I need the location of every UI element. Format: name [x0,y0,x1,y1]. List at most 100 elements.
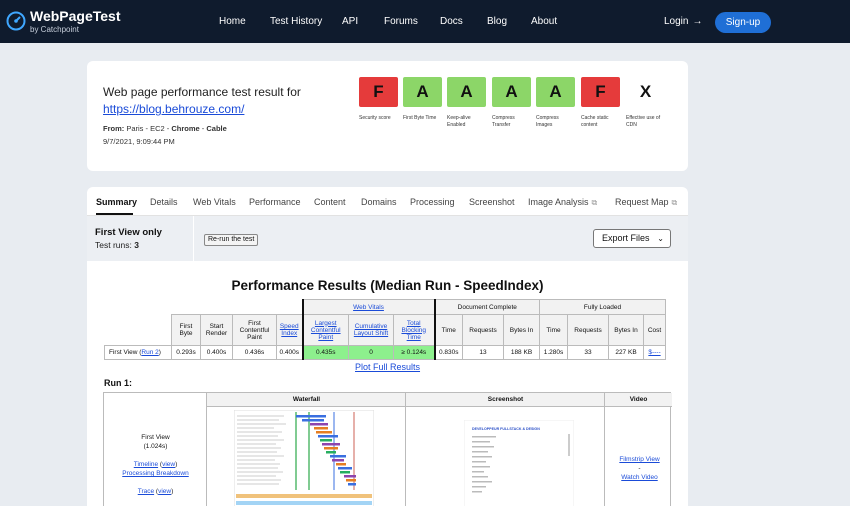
timeline-link[interactable]: Timeline [134,461,158,468]
cell-speed-index: 0.400s [276,345,303,360]
waterfall-thumbnail[interactable] [234,410,374,506]
run-link[interactable]: Run 2 [141,349,158,356]
cls-link[interactable]: Cumulative Layout Shift [354,323,388,337]
tab-processing[interactable]: Processing [410,197,455,207]
row-label-text: First View ( [109,349,142,356]
cell-doc-time: 0.830s [434,345,463,360]
external-link-icon: ⧉ [591,198,598,207]
test-runs-count: 3 [134,240,139,250]
trace-row: Trace (view) [137,488,174,495]
nav-api[interactable]: API [342,16,358,27]
brand-name[interactable]: WebPageTest [30,8,121,24]
tab-web-vitals[interactable]: Web Vitals [193,197,236,207]
plot-full-results-link[interactable]: Plot Full Results [355,362,420,372]
table-row: First View (Run 2) 0.293s 0.400s 0.436s … [104,345,666,360]
col-start-render: Start Render [200,314,233,346]
grade-compress-transfer-label: Compress Transfer [492,115,515,128]
nav-docs[interactable]: Docs [440,16,463,27]
timeline-row: Timeline (view) [133,461,178,468]
tab-domains[interactable]: Domains [361,197,397,207]
grade-security[interactable]: F [359,77,398,107]
web-vitals-link[interactable]: Web Vitals [353,304,384,311]
grade-keep-alive-label: Keep-alive Enabled [447,115,471,128]
login-link[interactable]: Login → [664,16,702,27]
web-vitals-header: Web Vitals [301,299,436,315]
run-view-title: First View [141,434,170,441]
screenshot-thumbnail[interactable]: DEVELOPPEUR FULLSTACK & DESIGN [464,420,574,506]
cell-tbt: ≥ 0.124s [393,345,436,360]
video-header: Video [605,393,672,407]
col-doc-requests: Requests [462,314,504,346]
external-link-icon: ⧉ [671,198,678,207]
filmstrip-view-link[interactable]: Filmstrip View [619,456,659,463]
grade-compress-transfer[interactable]: A [492,77,531,107]
fully-loaded-header: Fully Loaded [539,299,666,315]
grade-cdn-label: Effective use of CDN [626,115,661,128]
cost-link[interactable]: $---- [648,349,660,356]
col-cls: Cumulative Layout Shift [348,314,394,346]
top-nav: WebPageTest by Catchpoint Home Test Hist… [0,0,850,43]
grade-compress-images-label: Compress Images [536,115,559,128]
row-label: First View (Run 2) [104,345,172,360]
watch-video-link[interactable]: Watch Video [621,474,658,481]
arrow-right-icon: → [692,16,703,27]
brand-subtitle: by Catchpoint [30,25,79,34]
timeline-view-link[interactable]: view [162,461,175,468]
screenshot-header: Screenshot [406,393,605,407]
tab-details[interactable]: Details [150,197,178,207]
grid-divider [405,393,406,506]
tbt-link[interactable]: Total Blocking Time [401,320,426,341]
tab-screenshot[interactable]: Screenshot [469,197,515,207]
nav-test-history[interactable]: Test History [270,16,322,27]
trace-view-link[interactable]: view [158,488,171,495]
tab-content[interactable]: Content [314,197,346,207]
grade-keep-alive[interactable]: A [447,77,486,107]
speed-index-link[interactable]: Speed Index [280,323,299,337]
signup-button[interactable]: Sign-up [715,12,771,33]
tab-image-analysis[interactable]: Image Analysis ⧉ [528,197,597,208]
wpt-logo-icon[interactable] [6,11,26,31]
from-location: Paris - EC2 - [126,124,172,133]
cell-doc-bytes: 188 KB [503,345,540,360]
video-links: Filmstrip View - Watch Video [619,456,660,481]
cell-cls: 0 [348,345,394,360]
tab-request-map[interactable]: Request Map ⧉ [615,197,677,208]
processing-breakdown-link[interactable]: Processing Breakdown [122,470,188,477]
nav-about[interactable]: About [531,16,557,27]
grade-cache-static-label: Cache static content [581,115,609,128]
nav-home[interactable]: Home [219,16,246,27]
cell-full-time: 1.280s [539,345,568,360]
trace-link[interactable]: Trace [138,488,154,495]
result-title: Web page performance test result for [103,85,301,99]
grade-cdn[interactable]: X [626,77,665,107]
run-1-grid: Waterfall Screenshot Video First View (1… [103,392,672,506]
nav-forums[interactable]: Forums [384,16,418,27]
login-label: Login [664,16,689,27]
grade-security-label: Security score [359,115,391,121]
cell-first-byte: 0.293s [171,345,201,360]
cell-doc-requests: 13 [462,345,504,360]
screenshot-heading: DEVELOPPEUR FULLSTACK & DESIGN [472,427,540,431]
summary-bar: First View only Test runs: 3 Re-run the … [87,216,688,261]
export-files-dropdown[interactable]: Export Files ⌄ [593,229,671,248]
results-card: Summary Details Web Vitals Performance C… [87,187,688,506]
grade-cache-static[interactable]: F [581,77,620,107]
waterfall-header: Waterfall [207,393,406,407]
test-date: 9/7/2021, 9:09:44 PM [103,137,175,146]
tab-summary[interactable]: Summary [96,197,137,207]
nav-blog[interactable]: Blog [487,16,507,27]
tab-performance[interactable]: Performance [249,197,301,207]
performance-results-title: Performance Results (Median Run - SpeedI… [231,278,544,293]
export-files-label: Export Files [602,233,650,243]
from-connection: Cable [206,124,227,133]
summary-separator [193,216,194,261]
lcp-link[interactable]: Largest Contentful Paint [311,320,341,341]
grade-compress-images[interactable]: A [536,77,575,107]
cell-full-bytes: 227 KB [608,345,644,360]
grade-first-byte[interactable]: A [403,77,442,107]
col-full-requests: Requests [567,314,609,346]
tested-url-link[interactable]: https://blog.behrouze.com/ [103,102,244,116]
col-doc-bytes: Bytes In [503,314,540,346]
col-lcp: Largest Contentful Paint [301,314,349,346]
rerun-button[interactable]: Re-run the test [204,234,259,246]
